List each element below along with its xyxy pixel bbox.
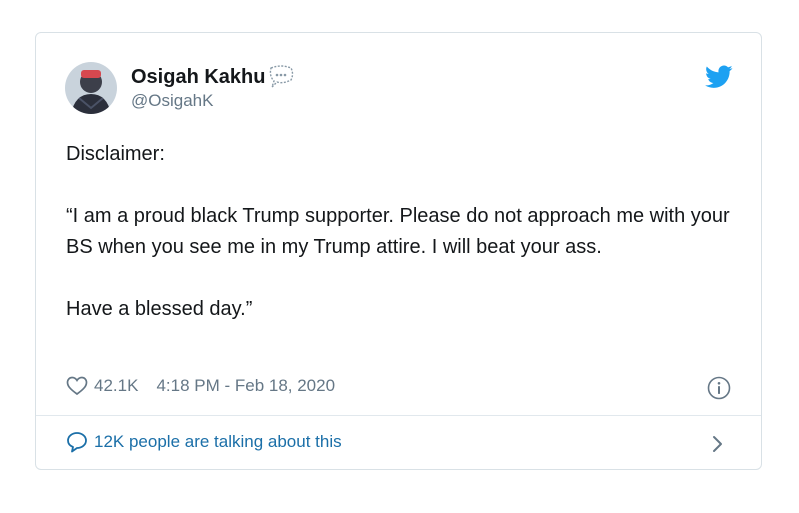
chevron-right-icon[interactable] [711, 434, 725, 454]
divider [36, 415, 761, 416]
tweet-author[interactable]: Osigah Kakhu @OsigahK [65, 62, 295, 114]
tweet-card: Osigah Kakhu @OsigahK Disclaimer: “I am … [35, 32, 762, 470]
user-handle[interactable]: @OsigahK [131, 90, 295, 112]
tweet-text: Disclaimer: “I am a proud black Trump su… [66, 139, 746, 325]
tweet-paragraph: Disclaimer: [66, 143, 165, 165]
heart-icon[interactable] [66, 376, 88, 396]
twitter-bird-icon[interactable] [705, 65, 733, 89]
avatar[interactable] [65, 62, 117, 114]
display-name[interactable]: Osigah Kakhu [131, 65, 265, 89]
like-count[interactable]: 42.1K [94, 376, 138, 396]
tweet-paragraph: Have a blessed day.” [66, 297, 253, 320]
info-icon[interactable] [707, 376, 731, 400]
conversation-label[interactable]: 12K people are talking about this [94, 432, 342, 452]
tweet-timestamp[interactable]: 4:18 PM - Feb 18, 2020 [156, 376, 335, 396]
speech-bubble-badge-icon [267, 64, 295, 90]
tweet-paragraph: “I am a proud black Trump supporter. Ple… [66, 204, 730, 259]
chat-bubble-icon [66, 431, 88, 453]
tweet-meta: 42.1K 4:18 PM - Feb 18, 2020 [66, 376, 335, 396]
conversation-link[interactable]: 12K people are talking about this [66, 431, 342, 453]
